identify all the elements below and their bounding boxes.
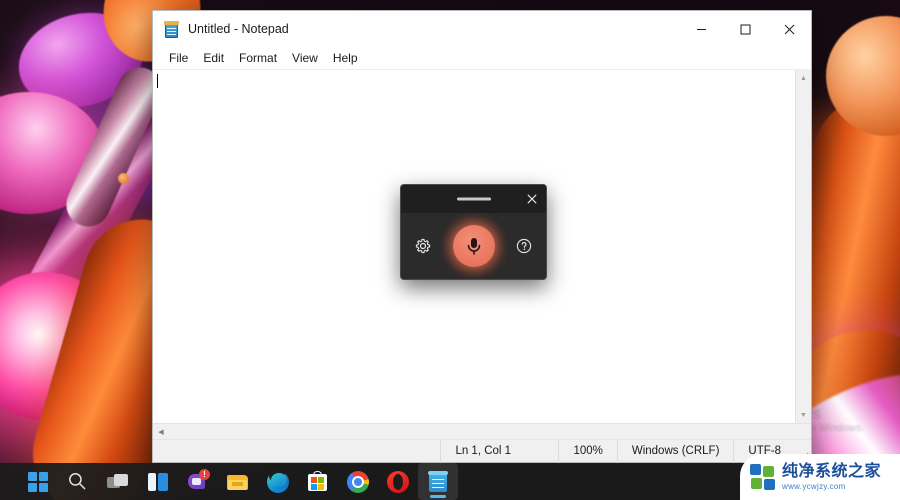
scroll-up-icon[interactable]: ▲ bbox=[796, 70, 811, 86]
task-view-button[interactable] bbox=[98, 463, 138, 500]
menu-item-format[interactable]: Format bbox=[232, 49, 284, 67]
microphone-button[interactable] bbox=[441, 214, 506, 278]
notepad-titlebar[interactable]: Untitled - Notepad bbox=[153, 11, 811, 47]
close-icon[interactable] bbox=[522, 189, 542, 209]
status-line-ending: Windows (CRLF) bbox=[616, 439, 734, 463]
edge-button[interactable] bbox=[258, 463, 298, 500]
search-button[interactable] bbox=[58, 463, 98, 500]
site-watermark: 纯净系统之家 www.ycwjzy.com bbox=[740, 454, 900, 500]
search-icon bbox=[67, 471, 89, 493]
drag-handle[interactable] bbox=[456, 197, 491, 201]
site-logo-icon bbox=[750, 464, 776, 490]
status-zoom: 100% bbox=[558, 439, 616, 463]
chrome-icon bbox=[347, 470, 369, 493]
menu-item-edit[interactable]: Edit bbox=[196, 49, 231, 67]
horizontal-scrollbar[interactable]: ◀ bbox=[153, 423, 811, 439]
close-button[interactable] bbox=[767, 11, 811, 47]
notepad-taskbar-button[interactable] bbox=[418, 463, 458, 500]
maximize-button[interactable] bbox=[723, 11, 767, 47]
store-icon bbox=[307, 470, 329, 493]
scroll-down-icon[interactable]: ▼ bbox=[796, 407, 811, 423]
window-title: Untitled - Notepad bbox=[188, 22, 289, 36]
help-circle-icon[interactable] bbox=[512, 234, 536, 258]
menu-item-view[interactable]: View bbox=[285, 49, 325, 67]
desktop[interactable]: Activate Windows Go to Settings to activ… bbox=[0, 0, 900, 500]
voice-typing-panel[interactable] bbox=[400, 184, 547, 280]
widgets-button[interactable] bbox=[138, 463, 178, 500]
opera-icon bbox=[387, 470, 409, 493]
chat-button[interactable]: ! bbox=[178, 463, 218, 500]
taskbar[interactable]: ! 纯净系统之家 www.ycwjzy.com bbox=[0, 454, 900, 500]
chat-icon: ! bbox=[187, 468, 210, 493]
notepad-statusbar: Ln 1, Col 1 100% Windows (CRLF) UTF-8 bbox=[153, 439, 811, 463]
folder-icon bbox=[227, 471, 249, 493]
notepad-menubar[interactable]: File Edit Format View Help bbox=[153, 47, 811, 69]
chrome-button[interactable] bbox=[338, 463, 378, 500]
widgets-icon bbox=[147, 471, 169, 493]
microphone-icon[interactable] bbox=[452, 225, 495, 267]
taskbar-items: ! bbox=[18, 463, 458, 500]
site-watermark-url: www.ycwjzy.com bbox=[782, 481, 846, 491]
chat-badge: ! bbox=[199, 468, 210, 480]
status-cursor-position: Ln 1, Col 1 bbox=[440, 439, 558, 463]
windows-logo-icon bbox=[27, 471, 49, 493]
vertical-scrollbar-track[interactable] bbox=[796, 86, 811, 407]
minimize-button[interactable] bbox=[679, 11, 723, 47]
menu-item-file[interactable]: File bbox=[162, 49, 195, 67]
gear-icon[interactable] bbox=[411, 234, 435, 258]
voice-typing-titlebar[interactable] bbox=[401, 185, 546, 213]
text-caret bbox=[157, 74, 158, 88]
opera-button[interactable] bbox=[378, 463, 418, 500]
menu-item-help[interactable]: Help bbox=[326, 49, 365, 67]
vertical-scrollbar[interactable]: ▲ ▼ bbox=[795, 70, 811, 423]
store-button[interactable] bbox=[298, 463, 338, 500]
site-watermark-title: 纯净系统之家 bbox=[782, 462, 882, 480]
scroll-left-icon[interactable]: ◀ bbox=[153, 424, 169, 440]
notepad-taskbar-icon bbox=[427, 470, 449, 493]
file-explorer-button[interactable] bbox=[218, 463, 258, 500]
start-button[interactable] bbox=[18, 463, 58, 500]
task-view-icon bbox=[107, 471, 129, 493]
wallpaper-blob bbox=[118, 173, 129, 184]
notepad-icon bbox=[164, 20, 180, 38]
edge-icon bbox=[267, 466, 289, 493]
voice-typing-content bbox=[401, 213, 546, 279]
